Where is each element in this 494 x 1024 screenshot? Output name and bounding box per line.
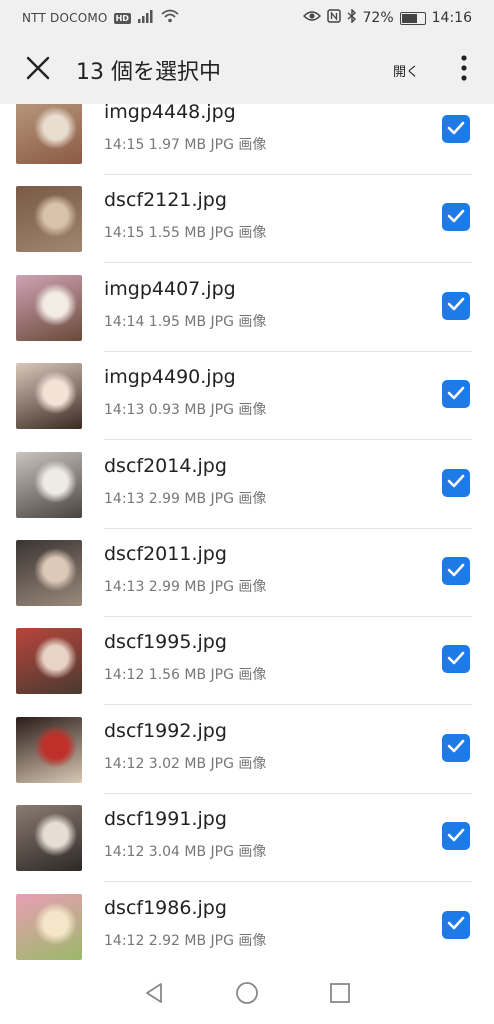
wifi-icon <box>161 9 179 27</box>
file-row[interactable]: dscf1992.jpg 14:12 3.02 MB JPG 画像 <box>0 706 494 794</box>
more-options-button[interactable] <box>434 36 494 104</box>
file-name: dscf1991.jpg <box>104 808 227 831</box>
file-meta: 14:12 3.04 MB JPG 画像 <box>104 844 267 861</box>
close-button[interactable] <box>0 36 76 104</box>
app-bar: 13 個を選択中 開く <box>0 36 494 104</box>
file-row[interactable]: imgp4407.jpg 14:14 1.95 MB JPG 画像 <box>0 264 494 352</box>
nfc-icon <box>326 9 341 27</box>
file-meta: 14:12 3.02 MB JPG 画像 <box>104 755 267 772</box>
file-row[interactable]: imgp4448.jpg 14:15 1.97 MB JPG 画像 <box>0 104 494 175</box>
back-icon[interactable] <box>143 982 165 1008</box>
file-thumbnail <box>16 104 82 164</box>
file-name: imgp4490.jpg <box>104 366 236 389</box>
close-icon <box>25 55 51 85</box>
file-name: imgp4448.jpg <box>104 104 236 123</box>
file-name: dscf1986.jpg <box>104 896 227 919</box>
checkmark-icon <box>447 208 465 227</box>
file-name: dscf2011.jpg <box>104 543 227 565</box>
recents-icon[interactable] <box>329 982 351 1008</box>
file-row[interactable]: dscf1991.jpg 14:12 3.04 MB JPG 画像 <box>0 794 494 883</box>
more-vert-icon <box>461 55 467 85</box>
file-meta: 14:14 1.95 MB JPG 画像 <box>104 313 267 330</box>
eye-icon <box>302 10 321 26</box>
file-meta: 14:12 2.92 MB JPG 画像 <box>104 932 267 949</box>
file-row[interactable]: imgp4490.jpg 14:13 0.93 MB JPG 画像 <box>0 352 494 441</box>
select-checkbox[interactable] <box>442 380 470 409</box>
file-thumbnail <box>16 805 82 872</box>
bluetooth-icon <box>347 8 357 27</box>
select-checkbox[interactable] <box>442 203 470 232</box>
select-checkbox[interactable] <box>442 645 470 674</box>
file-thumbnail <box>16 363 82 430</box>
file-name: dscf1995.jpg <box>104 631 227 654</box>
checkmark-icon <box>447 827 465 846</box>
signal-icon <box>137 9 155 27</box>
select-checkbox[interactable] <box>442 910 470 939</box>
file-name: dscf1992.jpg <box>104 719 227 742</box>
select-checkbox[interactable] <box>442 468 470 497</box>
select-checkbox[interactable] <box>442 557 470 585</box>
file-list[interactable]: imgp4448.jpg 14:15 1.97 MB JPG 画像 dscf2121… <box>0 104 494 966</box>
select-checkbox[interactable] <box>442 822 470 851</box>
checkmark-icon <box>447 473 465 492</box>
file-name: dscf2121.jpg <box>104 189 227 212</box>
battery-percent: 72% <box>362 10 394 26</box>
file-row[interactable]: dscf2121.jpg 14:15 1.55 MB JPG 画像 <box>0 175 494 264</box>
file-row[interactable]: dscf2011.jpg 14:13 2.99 MB JPG 画像 <box>0 529 494 617</box>
nav-bar <box>0 966 494 1024</box>
file-meta: 14:13 2.99 MB JPG 画像 <box>104 490 267 507</box>
select-checkbox[interactable] <box>442 115 470 143</box>
file-thumbnail <box>16 893 82 960</box>
battery-icon <box>399 11 426 25</box>
status-bar: NTT DOCOMO HD 72% 14:16 <box>0 0 494 36</box>
checkmark-icon <box>447 738 465 757</box>
file-thumbnail <box>16 451 82 518</box>
checkmark-icon <box>447 915 465 934</box>
clock: 14:16 <box>431 10 472 26</box>
file-meta: 14:13 2.99 MB JPG 画像 <box>104 579 267 595</box>
file-row[interactable]: dscf1995.jpg 14:12 1.56 MB JPG 画像 <box>0 617 494 706</box>
file-row[interactable]: dscf1986.jpg 14:12 2.92 MB JPG 画像 <box>0 883 494 966</box>
file-meta: 14:15 1.55 MB JPG 画像 <box>104 225 267 242</box>
checkmark-icon <box>447 562 465 581</box>
page-title: 13 個を選択中 <box>76 60 221 85</box>
file-thumbnail <box>16 274 82 341</box>
checkmark-icon <box>447 650 465 669</box>
file-meta: 14:13 0.93 MB JPG 画像 <box>104 402 267 419</box>
hd-badge: HD <box>113 12 131 24</box>
file-thumbnail <box>16 186 82 253</box>
file-meta: 14:12 1.56 MB JPG 画像 <box>104 667 267 684</box>
checkmark-icon <box>447 385 465 404</box>
select-checkbox[interactable] <box>442 291 470 320</box>
carrier-name: NTT DOCOMO <box>22 11 108 25</box>
select-checkbox[interactable] <box>442 733 470 762</box>
file-thumbnail <box>16 716 82 783</box>
file-name: dscf2014.jpg <box>104 454 227 477</box>
file-meta: 14:15 1.97 MB JPG 画像 <box>104 137 267 153</box>
checkmark-icon <box>447 120 465 139</box>
file-name: imgp4407.jpg <box>104 277 236 300</box>
home-icon[interactable] <box>235 981 259 1009</box>
file-thumbnail <box>16 628 82 695</box>
file-thumbnail <box>16 540 82 606</box>
open-button[interactable]: 開く <box>378 61 434 80</box>
file-row[interactable]: dscf2014.jpg 14:13 2.99 MB JPG 画像 <box>0 441 494 529</box>
checkmark-icon <box>447 296 465 315</box>
